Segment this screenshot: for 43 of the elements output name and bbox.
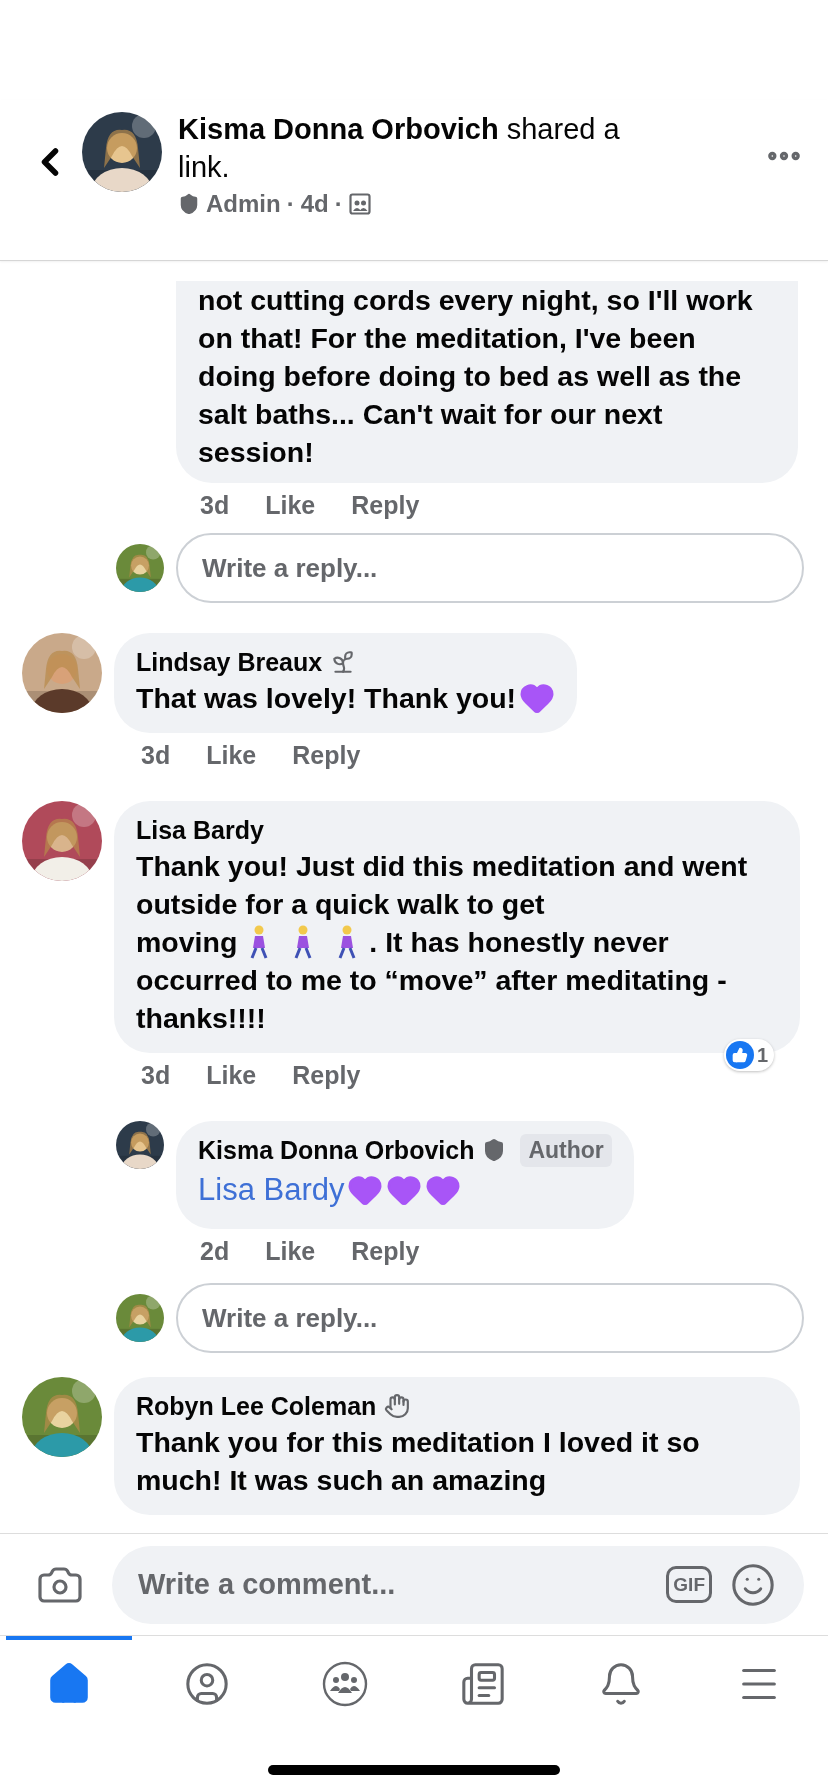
emoji-icon[interactable] bbox=[730, 1561, 776, 1608]
mention-link[interactable]: Lisa Bardy bbox=[198, 1167, 345, 1213]
comment-text: . It has honestly never bbox=[369, 925, 669, 960]
author-name[interactable]: Lisa Bardy bbox=[136, 815, 264, 845]
profile-icon bbox=[184, 1661, 230, 1707]
post-time: 4d bbox=[300, 190, 329, 218]
reply-link[interactable]: Reply bbox=[292, 1060, 361, 1090]
reply-field[interactable]: Write a reply... bbox=[176, 1283, 804, 1353]
post-title: Kisma Donna Orbovich shared a link. bbox=[178, 112, 621, 185]
comment-text: That was lovely! Thank you! bbox=[136, 681, 517, 716]
shield-icon bbox=[178, 193, 200, 215]
group-icon bbox=[322, 1661, 368, 1707]
like-link[interactable]: Like bbox=[206, 1060, 257, 1090]
like-icon bbox=[732, 1047, 748, 1063]
author-name[interactable]: Robyn Lee Coleman bbox=[136, 1391, 377, 1421]
comment-text: not cutting cords every night, so I'll work on that! For the meditation, I've been doing before doing to bed as well as the salt baths... Can't wait for our next session! bbox=[198, 283, 754, 470]
news-icon bbox=[460, 1661, 506, 1707]
hand-icon bbox=[384, 1393, 411, 1419]
comment-time: 2d bbox=[200, 1236, 230, 1266]
separator: · bbox=[286, 190, 295, 218]
reply-link[interactable]: Reply bbox=[292, 740, 361, 770]
comment-time: 3d bbox=[141, 740, 171, 770]
author-tag: Author bbox=[520, 1133, 612, 1167]
comment-text: moving bbox=[136, 925, 238, 960]
gif-button[interactable]: GIF bbox=[666, 1566, 712, 1603]
separator: · bbox=[334, 190, 343, 218]
comment-text: occurred to me to “move” after meditating - thanks!!!! bbox=[136, 963, 728, 1036]
reply-link[interactable]: Reply bbox=[351, 1236, 420, 1266]
comment-bar[interactable]: Write a comment... GIF bbox=[112, 1545, 804, 1624]
role-label: Admin bbox=[206, 190, 281, 218]
like-link[interactable]: Like bbox=[265, 1236, 316, 1266]
author-name[interactable]: Lindsay Breaux bbox=[136, 647, 323, 677]
reply-field[interactable]: Write a reply... bbox=[176, 533, 804, 603]
comment-time: 3d bbox=[200, 490, 230, 520]
like-link[interactable]: Like bbox=[206, 740, 257, 770]
reply-link[interactable]: Reply bbox=[351, 490, 420, 520]
comment-text: Thank you for this meditation I loved it so much! It was such an amazing bbox=[136, 1425, 701, 1498]
comment-time: 3d bbox=[141, 1060, 171, 1090]
like-link[interactable]: Like bbox=[265, 490, 316, 520]
comment-field[interactable]: Write a comment... bbox=[136, 1554, 649, 1615]
author-name[interactable]: Kisma Donna Orbovich bbox=[198, 1135, 475, 1165]
group-audience-icon bbox=[348, 193, 371, 215]
reaction-count[interactable]: 1 bbox=[724, 1039, 775, 1071]
